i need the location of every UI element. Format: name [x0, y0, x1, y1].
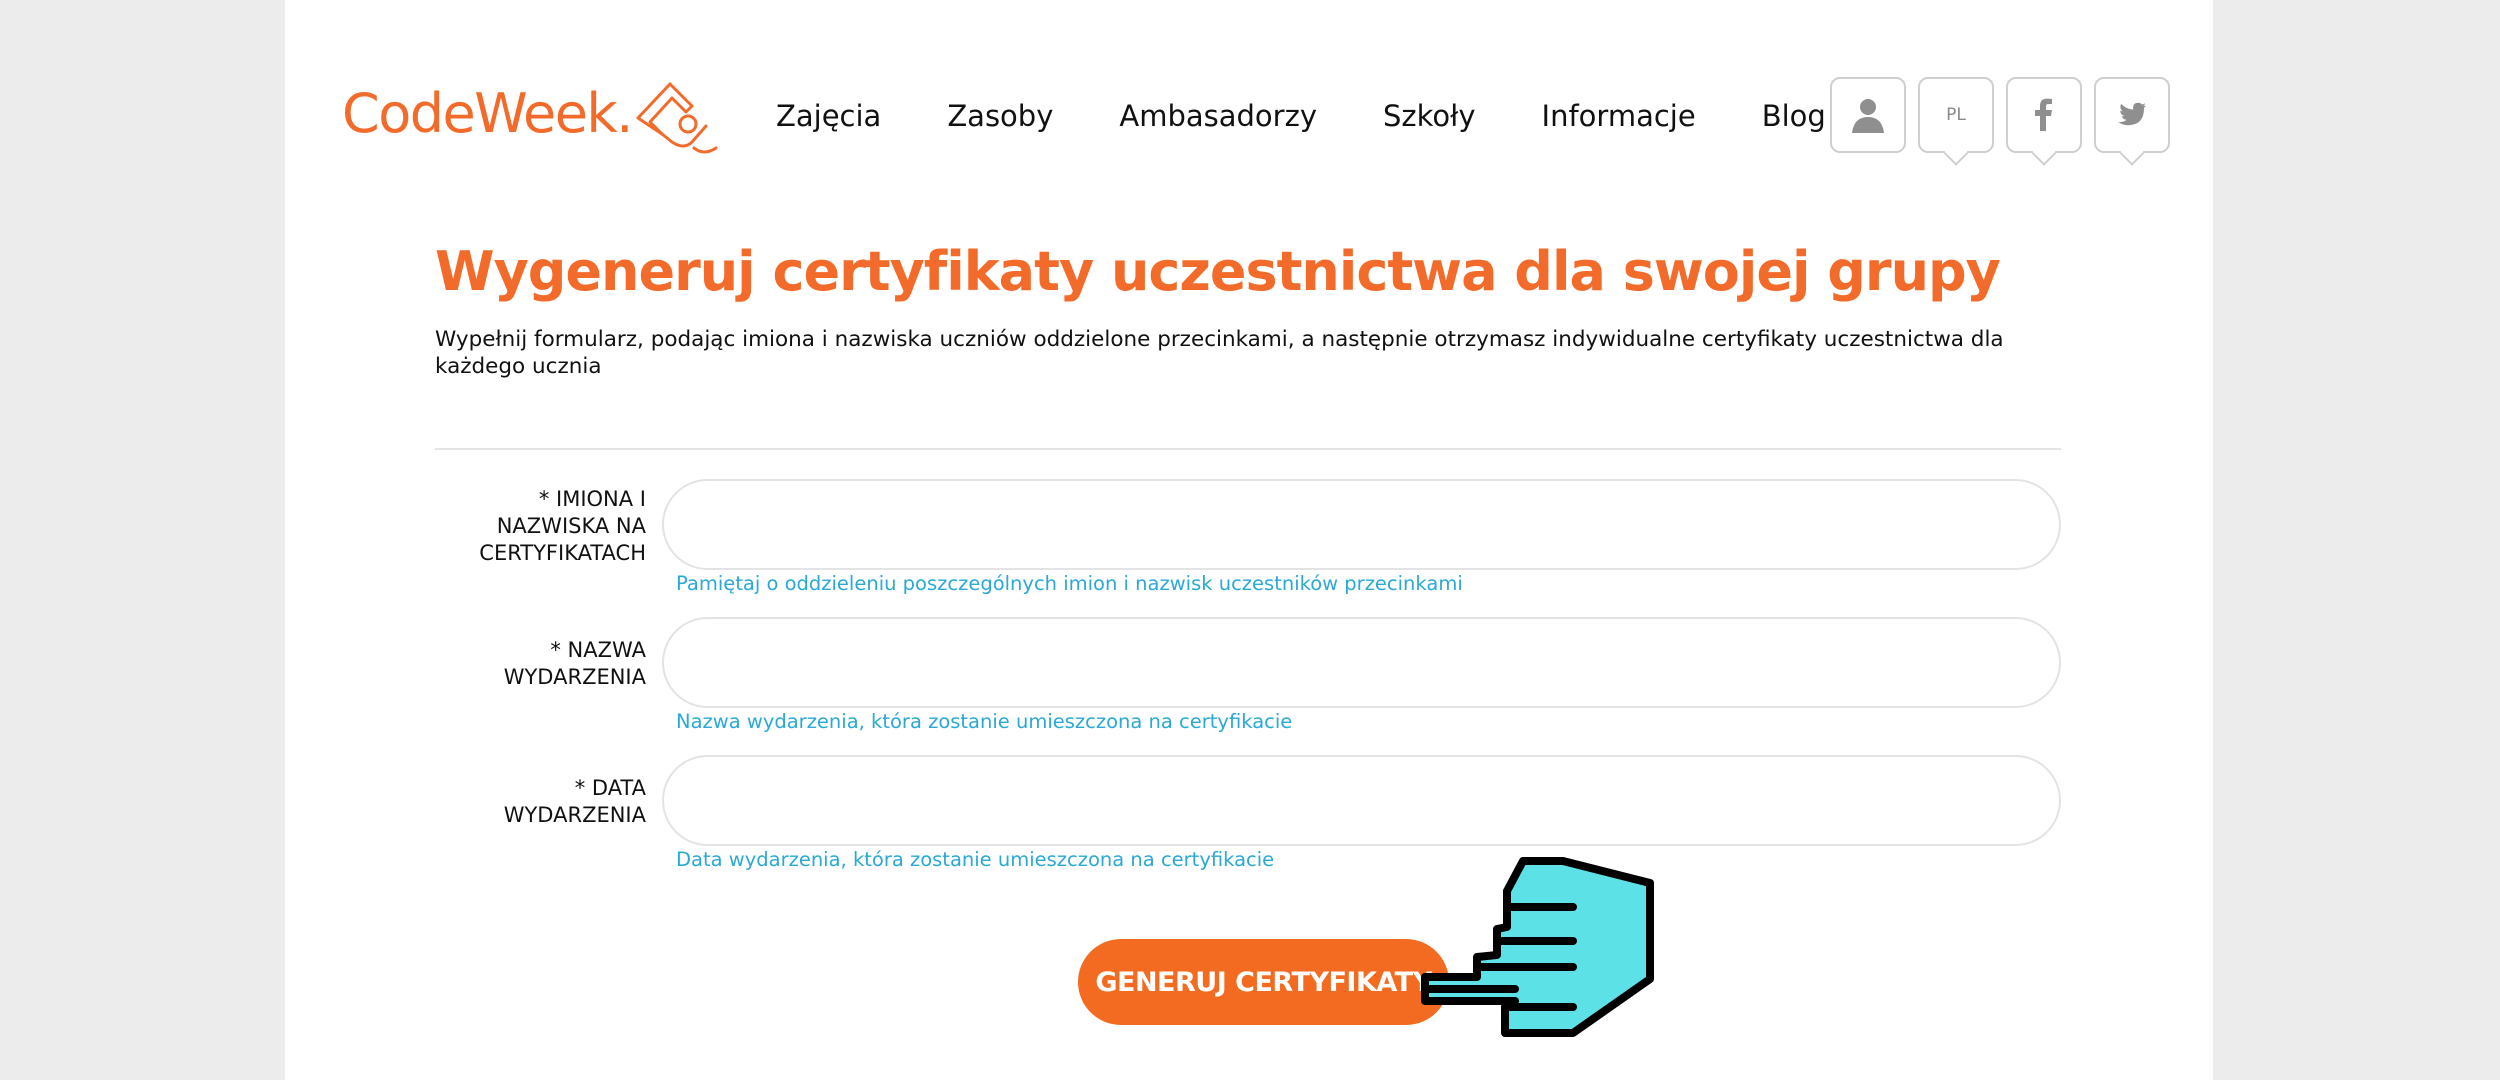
names-hint: Pamiętaj o oddzieleniu poszczególnych im… [676, 572, 1463, 595]
generate-certificates-button[interactable]: GENERUJ CERTYFIKATY [1078, 939, 1449, 1025]
nav-item-szkoly[interactable]: Szkoły [1383, 92, 1476, 140]
logo-mark-icon [636, 82, 718, 154]
user-icon [1852, 99, 1884, 133]
event-name-hint: Nazwa wydarzenia, która zostanie umieszc… [676, 710, 1293, 733]
event-date-label-line: * DATA [574, 776, 646, 800]
page: CodeWeek. Zajęcia Zasoby Ambasadorzy Szk… [285, 0, 2213, 1080]
names-label: * IMIONA I NAZWISKA NA CERTYFIKATACH [479, 486, 646, 567]
event-date-label-line: WYDARZENIA [503, 803, 646, 827]
logo-text: CodeWeek. [342, 82, 633, 145]
facebook-button[interactable] [2006, 77, 2082, 153]
codeweek-logo[interactable]: CodeWeek. [342, 70, 724, 160]
event-name-input[interactable] [662, 617, 2061, 708]
names-label-line: * IMIONA I [538, 487, 646, 511]
nav-item-zasoby[interactable]: Zasoby [947, 92, 1053, 140]
event-name-label: * NAZWA WYDARZENIA [504, 637, 646, 691]
language-label: PL [1946, 105, 1966, 125]
event-name-label-line: * NAZWA [550, 638, 646, 662]
page-description: Wypełnij formularz, podając imiona i naz… [435, 327, 2004, 379]
nav-item-zajecia[interactable]: Zajęcia [776, 92, 881, 140]
login-button[interactable] [1830, 77, 1906, 153]
event-date-input[interactable] [662, 755, 2061, 846]
nav-item-informacje[interactable]: Informacje [1542, 92, 1696, 140]
twitter-icon [2118, 102, 2146, 126]
main-nav: Zajęcia Zasoby Ambasadorzy Szkoły Inform… [776, 92, 1826, 140]
page-title: Wygeneruj certyfikaty uczestnictwa dla s… [435, 240, 2001, 303]
twitter-button[interactable] [2094, 77, 2170, 153]
language-selector[interactable]: PL [1918, 77, 1994, 153]
event-date-label: * DATA WYDARZENIA [504, 775, 646, 829]
names-label-line: NAZWISKA NA [496, 514, 646, 538]
nav-item-ambasadorzy[interactable]: Ambasadorzy [1119, 92, 1317, 140]
event-name-label-line: WYDARZENIA [503, 665, 646, 689]
event-date-hint: Data wydarzenia, która zostanie umieszcz… [676, 848, 1275, 871]
divider [435, 448, 2061, 450]
names-input[interactable] [662, 479, 2061, 570]
facebook-icon [2035, 98, 2052, 131]
pointing-hand-icon [1421, 857, 1654, 1037]
nav-item-blog[interactable]: Blog [1762, 92, 1826, 140]
names-label-line: CERTYFIKATACH [479, 541, 646, 565]
